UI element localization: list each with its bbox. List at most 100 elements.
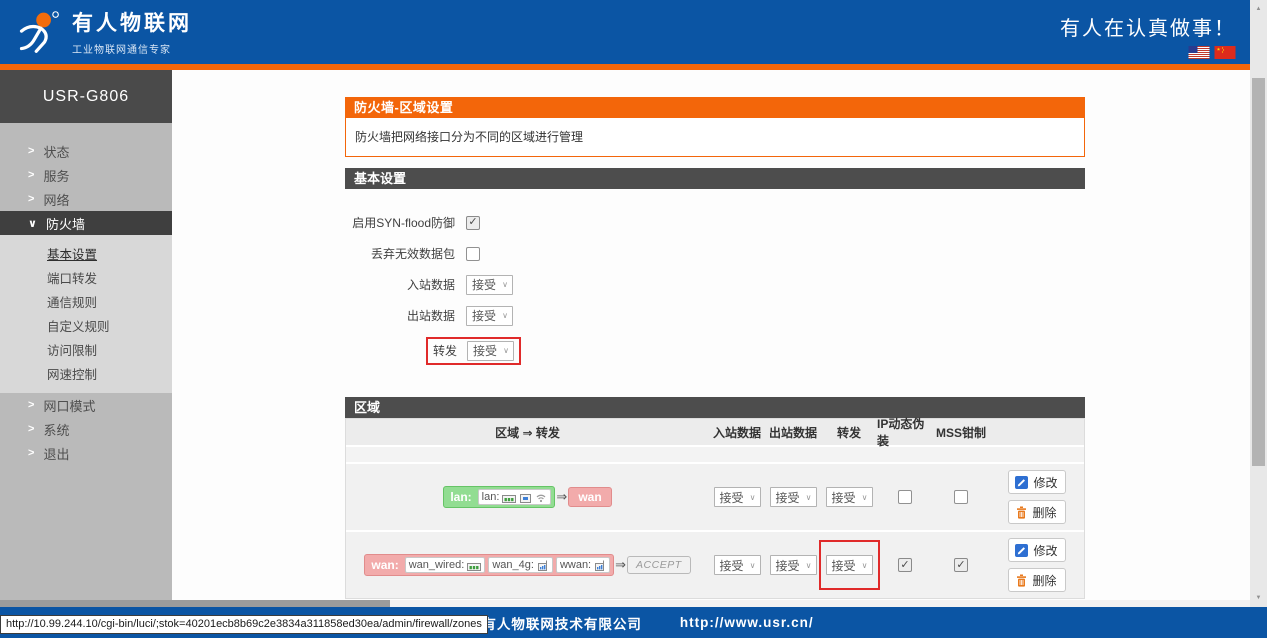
port-icon	[519, 492, 532, 503]
zones-table: 区域 ⇒ 转发 入站数据 出站数据 转发 IP动态伪装 MSS钳制 lan: l…	[345, 418, 1085, 599]
trash-icon	[1016, 506, 1027, 519]
field-label-forward: 转发	[433, 342, 457, 359]
submenu-item-speed-control[interactable]: 网速控制	[0, 361, 172, 385]
col-header-mss-clamp: MSS钳制	[933, 424, 989, 441]
submenu-item-access-restriction[interactable]: 访问限制	[0, 337, 172, 361]
sidebar: USR-G806 > 状态 > 服务 > 网络 ∨ 防火墙 基本设置 端口转发 …	[0, 70, 172, 600]
lan-forward-select[interactable]: 接受 ∨	[826, 487, 873, 507]
ethernet-icon	[467, 560, 481, 571]
field-label-outbound: 出站数据	[345, 307, 455, 324]
lan-zone-badge: lan: lan:	[443, 486, 555, 508]
col-header-inbound: 入站数据	[709, 424, 765, 441]
wan-forward-select[interactable]: 接受 ∨	[826, 555, 873, 575]
brand-name: 有人物联网	[72, 7, 192, 37]
sidebar-item-port-mode[interactable]: > 网口模式	[0, 393, 172, 417]
table-row-lan: lan: lan:	[346, 462, 1084, 530]
forward-arrow-icon: ⇒	[556, 489, 567, 505]
submenu-item-basic-settings[interactable]: 基本设置	[0, 241, 172, 265]
check-icon: ✓	[468, 217, 477, 228]
chevron-right-icon: >	[28, 447, 34, 459]
forward-arrow-icon: ⇒	[615, 557, 626, 573]
brand-logo[interactable]: 有人物联网 工业物联网通信专家	[16, 7, 192, 56]
lan-delete-button[interactable]: 删除	[1008, 500, 1066, 524]
lan-target-wan-badge: wan	[568, 487, 611, 507]
signal-icon	[594, 560, 606, 571]
chevron-down-icon: ∨	[28, 217, 37, 230]
chevron-right-icon: >	[28, 423, 34, 435]
chevron-right-icon: >	[28, 193, 34, 205]
field-label-drop-invalid: 丢弃无效数据包	[345, 245, 455, 262]
select-caret-icon: ∨	[750, 493, 756, 502]
check-icon: ✓	[900, 560, 909, 571]
scroll-down-icon[interactable]: ▼	[1250, 591, 1267, 605]
table-row-wan: wan: wan_wired: wan_4g:	[346, 530, 1084, 598]
lan-outbound-select[interactable]: 接受 ∨	[770, 487, 817, 507]
lan-mss-checkbox[interactable]	[954, 490, 968, 504]
wan-edit-button[interactable]: 修改	[1008, 538, 1066, 562]
scroll-up-icon[interactable]: ▲	[1250, 2, 1267, 16]
select-caret-icon: ∨	[806, 493, 812, 502]
wan-outbound-select[interactable]: 接受 ∨	[770, 555, 817, 575]
syn-flood-checkbox[interactable]: ✓	[466, 216, 480, 230]
signal-icon	[537, 560, 549, 571]
device-name: USR-G806	[0, 70, 172, 123]
select-caret-icon: ∨	[502, 280, 508, 289]
lan-masquerade-checkbox[interactable]	[898, 490, 912, 504]
lan-inbound-select[interactable]: 接受 ∨	[714, 487, 761, 507]
outbound-select[interactable]: 接受 ∨	[466, 306, 513, 326]
col-header-zone-forward: 区域 ⇒ 转发	[346, 424, 709, 441]
wan-delete-button[interactable]: 删除	[1008, 568, 1066, 592]
sidebar-item-network[interactable]: > 网络	[0, 187, 172, 211]
col-header-outbound: 出站数据	[765, 424, 821, 441]
sidebar-item-system[interactable]: > 系统	[0, 417, 172, 441]
forward-field-highlight-box: 转发 接受 ∨	[426, 337, 521, 365]
ethernet-icon	[502, 492, 516, 503]
wan-zone-badge: wan: wan_wired: wan_4g:	[364, 554, 614, 576]
vertical-scrollbar-thumb[interactable]	[1252, 78, 1265, 466]
sidebar-item-status[interactable]: > 状态	[0, 139, 172, 163]
top-header: 有人物联网 工业物联网通信专家 有人在认真做事！	[0, 0, 1250, 64]
wan-inbound-select[interactable]: 接受 ∨	[714, 555, 761, 575]
select-caret-icon: ∨	[806, 561, 812, 570]
horizontal-scrollbar-thumb[interactable]	[0, 600, 390, 607]
forward-select[interactable]: 接受 ∨	[467, 341, 514, 361]
wan-masquerade-checkbox[interactable]: ✓	[898, 558, 912, 572]
cn-flag-icon[interactable]	[1214, 46, 1236, 59]
chevron-right-icon: >	[28, 145, 34, 157]
firewall-submenu: 基本设置 端口转发 通信规则 自定义规则 访问限制 网速控制	[0, 235, 172, 393]
lan-edit-button[interactable]: 修改	[1008, 470, 1066, 494]
wan-mss-checkbox[interactable]: ✓	[954, 558, 968, 572]
horizontal-scrollbar[interactable]	[0, 600, 1267, 607]
edit-pencil-icon	[1015, 544, 1028, 557]
browser-status-url: http://10.99.244.10/cgi-bin/luci/;stok=4…	[0, 615, 488, 634]
submenu-item-traffic-rules[interactable]: 通信规则	[0, 289, 172, 313]
section-zones: 区域	[345, 397, 1085, 418]
select-caret-icon: ∨	[862, 561, 868, 570]
submenu-item-custom-rules[interactable]: 自定义规则	[0, 313, 172, 337]
footer-site-link[interactable]: http://www.usr.cn/	[680, 615, 814, 630]
wan-target-accept-badge: ACCEPT	[627, 556, 691, 574]
inbound-select[interactable]: 接受 ∨	[466, 275, 513, 295]
drop-invalid-checkbox[interactable]	[466, 247, 480, 261]
select-caret-icon: ∨	[750, 561, 756, 570]
main-area: 防火墙-区域设置 防火墙把网络接口分为不同的区域进行管理 基本设置 启用SYN-…	[172, 70, 1250, 600]
col-header-masquerade: IP动态伪装	[877, 415, 933, 449]
network-wan-wired: wan_wired:	[405, 557, 486, 573]
us-flag-icon[interactable]	[1188, 46, 1210, 59]
edit-pencil-icon	[1015, 476, 1028, 489]
select-caret-icon: ∨	[502, 311, 508, 320]
sidebar-item-logout[interactable]: > 退出	[0, 441, 172, 465]
field-label-syn-flood: 启用SYN-flood防御	[345, 214, 455, 231]
header-slogan: 有人在认真做事！	[1060, 12, 1236, 41]
vertical-scrollbar[interactable]: ▲ ▼	[1250, 0, 1267, 607]
submenu-item-port-forwarding[interactable]: 端口转发	[0, 265, 172, 289]
zones-table-header: 区域 ⇒ 转发 入站数据 出站数据 转发 IP动态伪装 MSS钳制	[346, 419, 1084, 445]
sidebar-item-services[interactable]: > 服务	[0, 163, 172, 187]
network-wan-4g: wan_4g:	[488, 557, 553, 573]
select-caret-icon: ∨	[862, 493, 868, 502]
sidebar-item-firewall[interactable]: ∨ 防火墙	[0, 211, 172, 235]
select-caret-icon: ∨	[503, 346, 509, 355]
chevron-right-icon: >	[28, 399, 34, 411]
basic-settings-form: 启用SYN-flood防御 ✓ 丢弃无效数据包 入站数据 接受 ∨ 出站数据 接…	[345, 189, 1085, 365]
check-icon: ✓	[956, 560, 965, 571]
